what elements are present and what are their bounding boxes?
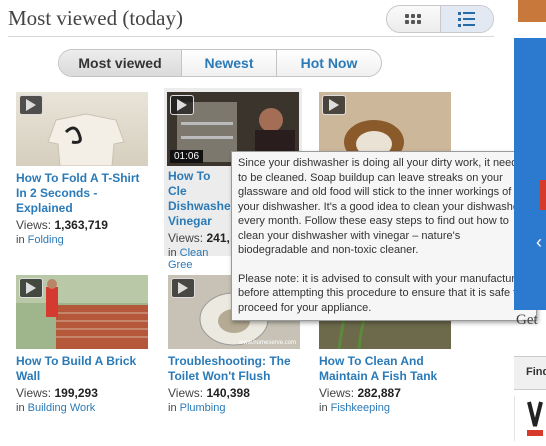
sort-tabs: Most viewed Newest Hot Now <box>58 49 382 77</box>
play-icon <box>19 278 43 298</box>
video-title-link[interactable]: How To Clean And Maintain A Fish Tank <box>319 354 453 384</box>
video-card: How To Build A Brick Wall Views: 199,293… <box>16 275 150 414</box>
list-view-button[interactable] <box>439 6 493 32</box>
video-title-link[interactable]: How To Fold A T-Shirt In 2 Seconds - Exp… <box>16 171 150 216</box>
video-category: in Folding <box>16 234 64 246</box>
video-thumbnail[interactable] <box>16 92 148 166</box>
view-count: Views: 140,398 <box>168 386 250 400</box>
sidebar-find-label: Find <box>526 366 546 378</box>
right-sidebar: ‹ Get Find <box>514 0 546 441</box>
tooltip-note: Please note: it is advised to consult wi… <box>238 272 525 314</box>
tab-most-viewed[interactable]: Most viewed <box>59 50 181 76</box>
video-category: in Building Work <box>16 402 96 414</box>
category-link[interactable]: Building Work <box>28 402 96 414</box>
list-view-icon <box>458 11 476 27</box>
video-thumbnail[interactable] <box>16 275 148 349</box>
video-title-link[interactable]: How To Build A Brick Wall <box>16 354 150 384</box>
play-icon <box>19 95 43 115</box>
view-count: Views: 1,363,719 <box>16 218 108 232</box>
category-link[interactable]: Fishkeeping <box>331 402 390 414</box>
category-link[interactable]: Folding <box>28 234 64 246</box>
view-count: Views: 241, <box>168 231 230 245</box>
view-count: Views: 282,887 <box>319 386 401 400</box>
chevron-left-icon[interactable]: ‹ <box>536 232 542 253</box>
play-icon <box>322 95 346 115</box>
video-title-link[interactable]: How To Cle Dishwashe Vinegar <box>168 169 232 229</box>
tab-hot-now[interactable]: Hot Now <box>276 50 381 76</box>
sidebar-banner[interactable] <box>514 38 546 310</box>
video-title-link[interactable]: Troubleshooting: The Toilet Won't Flush <box>168 354 302 384</box>
view-count: Views: 199,293 <box>16 386 98 400</box>
category-link[interactable]: Plumbing <box>180 402 226 414</box>
video-category: in Plumbing <box>168 402 226 414</box>
video-description-tooltip: Since your dishwasher is doing all your … <box>231 151 537 321</box>
tab-newest[interactable]: Newest <box>181 50 276 76</box>
thumbnail-watermark: www.homeserve.com <box>238 340 296 346</box>
tooltip-description: Since your dishwasher is doing all your … <box>238 157 523 256</box>
sidebar-heading: Get <box>516 312 538 328</box>
play-icon <box>170 95 194 115</box>
video-card: How To Fold A T-Shirt In 2 Seconds - Exp… <box>16 92 150 246</box>
grid-view-button[interactable] <box>387 6 440 32</box>
sidebar-red-tab[interactable] <box>540 180 546 210</box>
title-divider <box>8 36 494 37</box>
sidebar-logo <box>514 396 546 441</box>
view-toggle <box>386 5 494 33</box>
play-icon <box>171 278 195 298</box>
section-title: Most viewed (today) <box>8 6 183 30</box>
video-category: in Clean Gree <box>168 247 209 271</box>
video-duration: 01:06 <box>170 150 204 163</box>
video-category: in Fishkeeping <box>319 402 390 414</box>
grid-view-icon <box>405 14 422 24</box>
